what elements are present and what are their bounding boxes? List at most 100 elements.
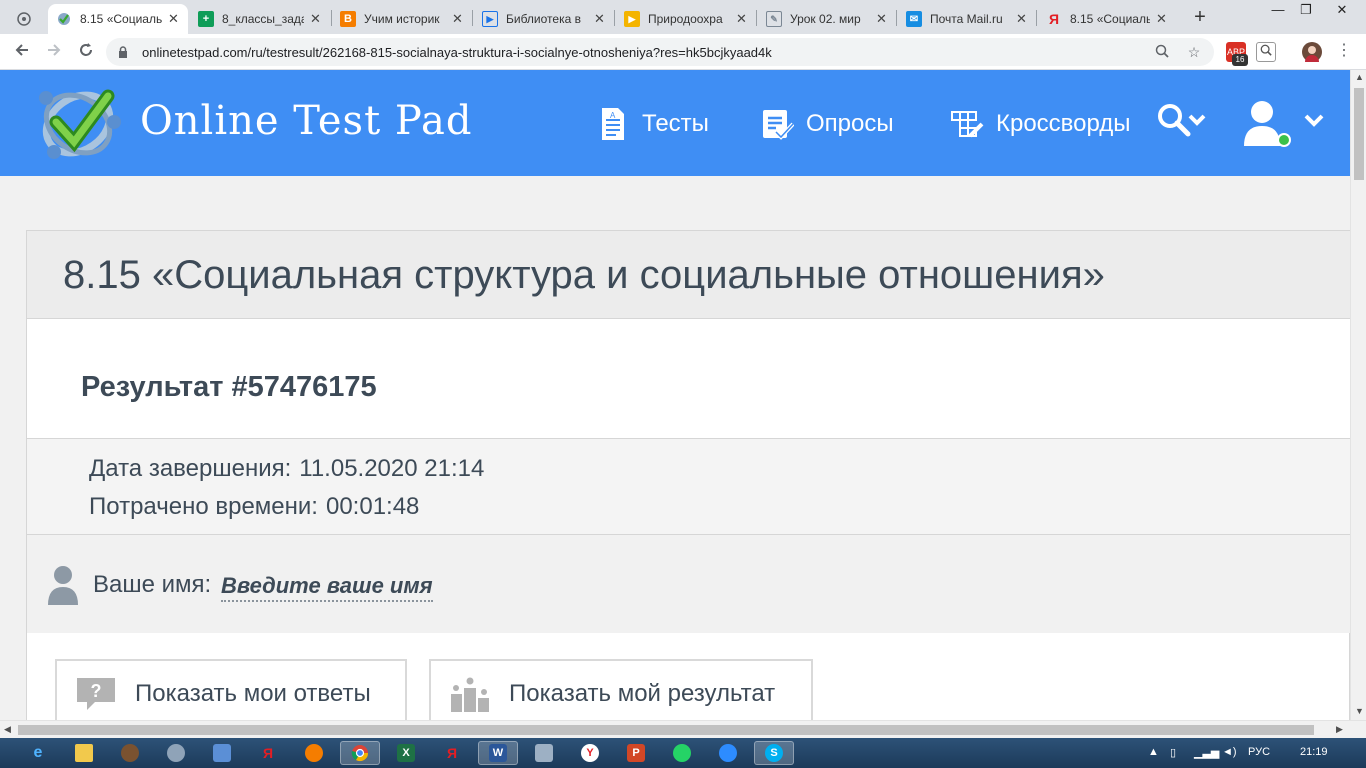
show-answers-button[interactable]: ? Показать мои ответы <box>55 659 407 720</box>
show-result-label: Показать мой результат <box>509 680 776 707</box>
tab-label: 8.15 «Социаль <box>1070 12 1150 26</box>
back-button[interactable] <box>10 40 34 64</box>
nav-surveys[interactable]: Опросы <box>760 104 894 144</box>
word-icon[interactable]: W <box>478 741 518 765</box>
tab-label: Урок 02. мир <box>790 12 861 26</box>
online-test-pad-logo[interactable] <box>32 82 126 166</box>
browser-menu-icon[interactable]: ⋮ <box>1336 42 1352 62</box>
tab-online-test-pad[interactable]: 8.15 «Социальн ✕ <box>48 4 188 34</box>
firefox-icon[interactable] <box>296 741 332 765</box>
audio-icon[interactable] <box>204 741 240 765</box>
tab-blogger[interactable]: B Учим историк ✕ <box>332 4 472 34</box>
reload-button[interactable] <box>74 40 98 64</box>
clock[interactable]: 21:19 <box>1300 746 1328 758</box>
close-icon[interactable]: ✕ <box>876 11 888 27</box>
tab-apps[interactable] <box>8 4 46 34</box>
time-value: 00:01:48 <box>325 493 420 520</box>
tab-library[interactable]: ▶ Библиотека в ✕ <box>474 4 614 34</box>
surveys-icon <box>763 110 794 140</box>
forward-button[interactable] <box>42 40 66 64</box>
time-label: Потрачено времени: <box>89 493 318 520</box>
tab-label: Учим историк <box>364 12 440 26</box>
maximize-button[interactable]: ❐ <box>1288 0 1324 22</box>
scroll-down-icon[interactable]: ▼ <box>1355 706 1364 716</box>
address-bar[interactable]: onlinetestpad.com/ru/testresult/262168-8… <box>106 38 1214 66</box>
name-label: Ваше имя: <box>93 571 212 598</box>
extension-search-icon[interactable] <box>1256 42 1276 62</box>
close-icon[interactable]: ✕ <box>310 11 322 27</box>
enter-name-link[interactable]: Введите ваше имя <box>221 573 433 602</box>
tab-yandex[interactable]: Я 8.15 «Социаль ✕ <box>1038 4 1176 34</box>
powerpoint-icon[interactable]: P <box>618 741 654 765</box>
vertical-scrollbar[interactable]: ▲ ▼ <box>1350 70 1366 720</box>
brand-title[interactable]: Online Test Pad <box>140 98 472 144</box>
close-icon[interactable]: ✕ <box>452 11 464 27</box>
reload-icon <box>80 43 92 56</box>
browser-toolbar: onlinetestpad.com/ru/testresult/262168-8… <box>0 34 1366 70</box>
new-tab-button[interactable]: + <box>1188 6 1212 30</box>
close-icon[interactable]: ✕ <box>594 11 606 27</box>
tray-expand-icon[interactable]: ▲ <box>1148 746 1159 758</box>
site-header: Online Test Pad A Тесты Опросы Кроссворд… <box>0 70 1350 176</box>
tab-label: 8_классы_зада <box>222 12 304 26</box>
svg-text:?: ? <box>91 681 102 701</box>
yandex-icon[interactable]: Я <box>250 741 286 765</box>
name-section: Ваше имя: Введите ваше имя <box>27 535 1350 633</box>
tray-device-icon[interactable]: ▯ <box>1170 746 1176 759</box>
yandex-browser-icon[interactable]: Y <box>572 741 608 765</box>
close-icon[interactable]: ✕ <box>736 11 748 27</box>
excel-icon[interactable]: X <box>388 741 424 765</box>
yandex-icon[interactable]: Я <box>434 741 470 765</box>
close-icon[interactable]: ✕ <box>1156 11 1168 27</box>
tab-separator <box>1036 10 1037 26</box>
profile-avatar[interactable] <box>1302 42 1322 62</box>
media-icon[interactable] <box>112 741 148 765</box>
explorer-icon[interactable] <box>66 741 102 765</box>
calculator-icon[interactable] <box>526 741 562 765</box>
skype-icon[interactable]: S <box>754 741 794 765</box>
language-indicator[interactable]: РУС <box>1248 746 1270 758</box>
tab-label: 8.15 «Социальн <box>80 12 162 26</box>
ie-icon[interactable]: e <box>20 741 56 765</box>
nav-surveys-label: Опросы <box>806 110 894 137</box>
scroll-left-icon[interactable]: ◀ <box>4 724 11 735</box>
search-icon[interactable] <box>1156 102 1212 142</box>
user-menu-icon[interactable] <box>1240 98 1330 150</box>
tab-sheets[interactable]: + 8_классы_зада ✕ <box>190 4 330 34</box>
nav-tests[interactable]: A Тесты <box>596 104 709 144</box>
video-icon: ▶ <box>482 11 498 27</box>
time-spent-row: Потрачено времени: 00:01:48 <box>89 493 419 521</box>
tests-icon: A <box>602 108 624 140</box>
star-icon[interactable]: ☆ <box>1182 44 1206 61</box>
show-result-button[interactable]: Показать мой результат <box>429 659 813 720</box>
tab-slides[interactable]: ▶ Природоохра ✕ <box>616 4 756 34</box>
chrome-icon[interactable] <box>340 741 380 765</box>
windows-taskbar: e Я X Я W Y P S ▲ ▯ ▁▃▅ ◄) РУС 21:19 <box>0 738 1366 768</box>
tab-mail[interactable]: ✉ Почта Mail.ru ✕ <box>898 4 1036 34</box>
tab-separator <box>472 10 473 26</box>
url-text: onlinetestpad.com/ru/testresult/262168-8… <box>142 44 772 60</box>
zoom-icon[interactable] <box>710 741 746 765</box>
close-icon[interactable]: ✕ <box>1016 11 1028 27</box>
horizontal-scroll-thumb[interactable] <box>18 725 1314 735</box>
online-test-pad-icon <box>56 11 72 27</box>
zoom-icon[interactable] <box>1150 44 1174 61</box>
vertical-scroll-thumb[interactable] <box>1354 88 1364 180</box>
close-window-button[interactable]: ✕ <box>1324 0 1360 22</box>
horizontal-scrollbar[interactable]: ◀ ▶ <box>0 720 1366 738</box>
blogger-icon: B <box>340 11 356 27</box>
yandex-icon: Я <box>1048 11 1060 27</box>
close-icon[interactable]: ✕ <box>168 11 180 27</box>
network-icon[interactable] <box>158 741 194 765</box>
tab-label: Библиотека в <box>506 12 581 26</box>
nav-crosswords[interactable]: Кроссворды <box>950 104 1131 144</box>
whatsapp-icon[interactable] <box>664 741 700 765</box>
scroll-up-icon[interactable]: ▲ <box>1355 72 1364 82</box>
volume-icon[interactable]: ◄) <box>1222 746 1237 758</box>
signal-icon[interactable]: ▁▃▅ <box>1194 746 1219 759</box>
arrow-left-icon <box>15 44 28 56</box>
mail-ru-icon: ✉ <box>906 11 922 27</box>
tab-lesson[interactable]: ✎ Урок 02. мир ✕ <box>758 4 896 34</box>
document-icon: ✎ <box>766 11 782 27</box>
scroll-right-icon[interactable]: ▶ <box>1336 724 1343 735</box>
